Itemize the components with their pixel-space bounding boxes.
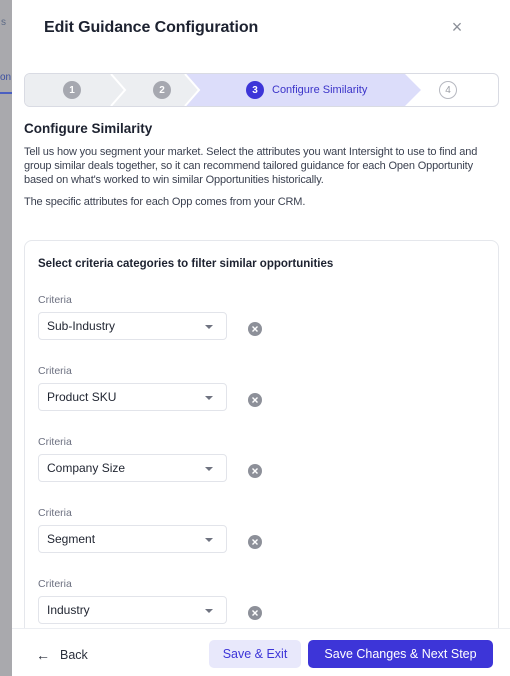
step-number: 3 <box>246 81 264 99</box>
arrow-left-icon: ← <box>36 647 50 663</box>
edit-guidance-modal: Edit Guidance Configuration × 1 2 3 Conf… <box>12 0 510 676</box>
section-note: The specific attributes for each Opp com… <box>24 196 306 208</box>
save-exit-button[interactable]: Save & Exit <box>209 640 301 668</box>
modal-title: Edit Guidance Configuration <box>44 19 259 36</box>
criteria-label: Criteria <box>38 578 72 590</box>
criteria-label: Criteria <box>38 294 72 306</box>
criteria-row: Criteria Industry <box>38 578 298 624</box>
criteria-value: Industry <box>47 603 90 617</box>
chevron-down-icon <box>205 396 213 400</box>
criteria-row: Criteria Segment <box>38 507 298 553</box>
background-tab-underline <box>0 92 12 94</box>
step-number: 1 <box>63 81 81 99</box>
remove-criteria-icon[interactable] <box>248 535 262 549</box>
section-content: Configure Similarity Tell us how you seg… <box>24 121 504 217</box>
criteria-value: Segment <box>47 532 96 546</box>
step-4[interactable]: 4 <box>439 74 457 106</box>
step-number: 4 <box>439 81 457 99</box>
progress-stepper: 1 2 3 Configure Similarity 4 <box>24 73 499 107</box>
modal-header: Edit Guidance Configuration × <box>12 0 510 58</box>
criteria-value: Product SKU <box>47 390 117 404</box>
step-3[interactable]: 3 Configure Similarity <box>246 74 367 106</box>
criteria-select[interactable]: Segment <box>38 525 227 553</box>
criteria-card-title: Select criteria categories to filter sim… <box>38 258 334 270</box>
criteria-select[interactable]: Sub-Industry <box>38 312 227 340</box>
background-page: s on <box>0 0 12 676</box>
chevron-down-icon <box>205 467 213 471</box>
criteria-select[interactable]: Product SKU <box>38 383 227 411</box>
section-description: Tell us how you segment your market. Sel… <box>24 146 478 186</box>
modal-footer: ← Back Save & Exit Save Changes & Next S… <box>12 628 510 676</box>
criteria-card: Select criteria categories to filter sim… <box>24 240 499 640</box>
criteria-row: Criteria Company Size <box>38 436 298 482</box>
criteria-row: Criteria Product SKU <box>38 365 298 411</box>
remove-criteria-icon[interactable] <box>248 322 262 336</box>
step-label: Configure Similarity <box>272 84 368 96</box>
remove-criteria-icon[interactable] <box>248 464 262 478</box>
criteria-select[interactable]: Company Size <box>38 454 227 482</box>
criteria-label: Criteria <box>38 436 72 448</box>
step-1[interactable]: 1 <box>63 74 81 106</box>
save-next-step-button[interactable]: Save Changes & Next Step <box>308 640 493 668</box>
criteria-row: Criteria Sub-Industry <box>38 294 298 340</box>
back-label: Back <box>60 648 88 662</box>
remove-criteria-icon[interactable] <box>248 393 262 407</box>
chevron-down-icon <box>205 538 213 542</box>
step-number: 2 <box>153 81 171 99</box>
chevron-down-icon <box>205 609 213 613</box>
close-icon[interactable]: × <box>450 16 464 38</box>
section-title: Configure Similarity <box>24 121 153 136</box>
background-tab-fragment: on <box>0 72 12 83</box>
background-text-fragment: s <box>1 17 6 28</box>
criteria-value: Company Size <box>47 461 126 475</box>
remove-criteria-icon[interactable] <box>248 606 262 620</box>
criteria-label: Criteria <box>38 365 72 377</box>
chevron-down-icon <box>205 325 213 329</box>
step-2[interactable]: 2 <box>153 74 171 106</box>
back-button[interactable]: ← Back <box>36 647 88 663</box>
criteria-label: Criteria <box>38 507 72 519</box>
criteria-select[interactable]: Industry <box>38 596 227 624</box>
criteria-value: Sub-Industry <box>47 319 116 333</box>
